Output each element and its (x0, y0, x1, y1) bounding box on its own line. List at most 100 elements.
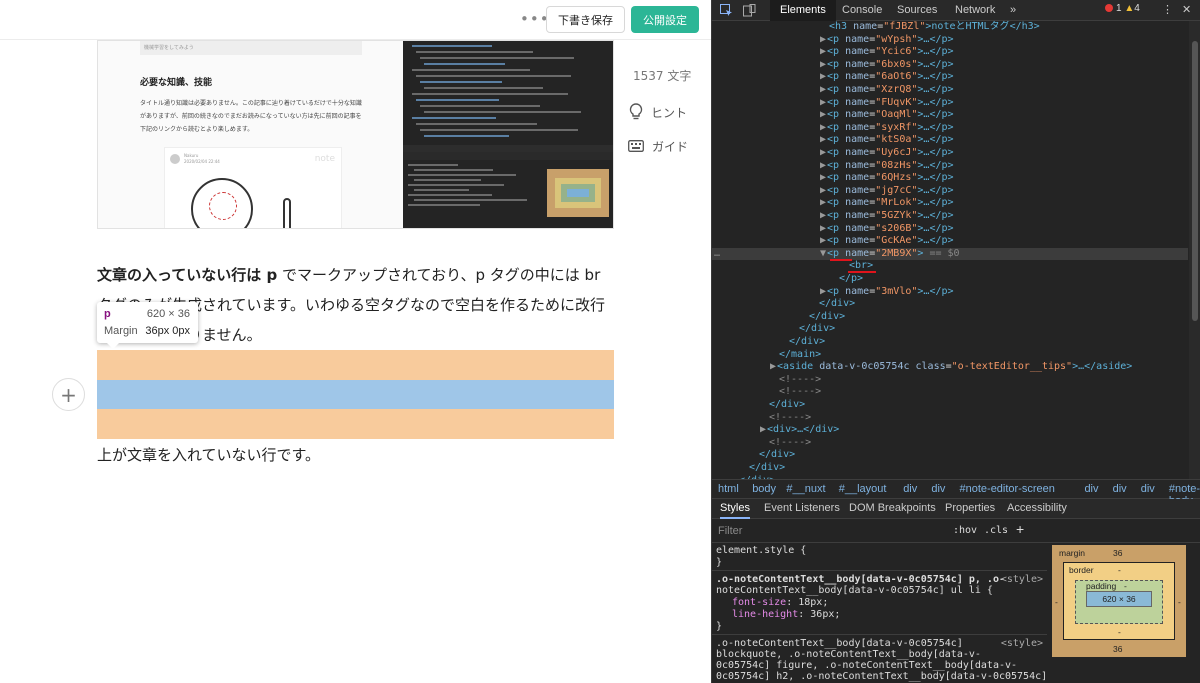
rule-selector-1b[interactable]: noteContentText__body[data-v-0c05754c] u… (716, 585, 993, 596)
dom-node[interactable]: ▶<div>…</div> (712, 424, 1188, 437)
inspect-element-icon[interactable] (720, 4, 733, 17)
add-block-plus-icon[interactable]: + (52, 378, 85, 411)
breadcrumb-item[interactable]: div (1084, 483, 1098, 495)
publish-settings-button[interactable]: 公開設定 (631, 6, 699, 33)
embedded-style-line (408, 174, 516, 176)
box-model-content[interactable]: 620 × 36 (1086, 591, 1152, 607)
close-icon[interactable]: ✕ (1182, 3, 1191, 16)
hint-button[interactable]: ヒント (629, 101, 687, 123)
dom-node[interactable]: <!----> (712, 412, 1188, 425)
dom-node[interactable]: </div> (712, 323, 1188, 336)
dom-node[interactable]: ▶<p name="MrLok">…</p> (712, 197, 1188, 210)
tab-sources[interactable]: Sources (897, 0, 937, 21)
dom-node[interactable]: </div> (712, 449, 1188, 462)
tab-network[interactable]: Network (955, 0, 995, 21)
styles-filter-input[interactable]: Filter (718, 525, 742, 537)
tab-console[interactable]: Console (842, 0, 882, 21)
breadcrumb-item[interactable]: #__layout (839, 483, 887, 495)
guide-button[interactable]: ガイド (628, 135, 688, 157)
rule-selector-2d[interactable]: 0c05754c] h2, .o-noteContentText__body[d… (716, 671, 1047, 682)
dom-node[interactable]: ▶<p name="08zHs">…</p> (712, 160, 1188, 173)
dom-node[interactable]: </div> (712, 336, 1188, 349)
save-draft-button[interactable]: 下書き保存 (546, 6, 625, 33)
rule-selector-2b[interactable]: blockquote, .o-noteContentText__body[dat… (716, 649, 981, 660)
dom-node[interactable]: <!----> (712, 374, 1188, 387)
border-value[interactable]: - (1118, 565, 1121, 575)
dom-node[interactable]: ▶<p name="ktS0a">…</p> (712, 134, 1188, 147)
styles-tab-styles[interactable]: Styles (720, 502, 750, 519)
breadcrumb-item[interactable]: div (1113, 483, 1127, 495)
dom-node-selected[interactable]: … ▼<p name="2MB9X"> == $0 (712, 247, 1188, 261)
empty-paragraph-highlight[interactable] (97, 380, 614, 409)
styles-tab-properties[interactable]: Properties (945, 502, 995, 514)
dom-node[interactable]: <h3 name="fJBZl">noteとHTMLタグ</h3> (712, 21, 1188, 34)
border-bottom-value[interactable]: - (1118, 627, 1121, 637)
rule-selector-2c[interactable]: 0c05754c] figure, .o-noteContentText__bo… (716, 660, 1017, 671)
style-rules: element.style { } .o-noteContentText__bo… (712, 543, 1047, 683)
box-model-border: border - - padding - 620 × 36 (1063, 562, 1175, 640)
dom-node[interactable]: ▶<p name="s206B">…</p> (712, 223, 1188, 236)
more-tabs-chevron-icon[interactable]: » (1010, 0, 1016, 21)
embedded-devtools (403, 41, 613, 228)
breadcrumb-item[interactable]: #note-editor-screen (960, 483, 1055, 495)
breadcrumb-item[interactable]: #__nuxt (786, 483, 825, 495)
dom-node[interactable]: <br> (712, 260, 1188, 274)
dom-node[interactable]: <!----> (712, 386, 1188, 399)
dom-node[interactable]: ▶<p name="6bx0s">…</p> (712, 59, 1188, 72)
dom-node[interactable]: <!----> (712, 437, 1188, 450)
hover-state-toggle[interactable]: :hov (953, 525, 977, 536)
padding-value[interactable]: - (1124, 581, 1127, 591)
dom-node[interactable]: ▶<p name="5GZYk">…</p> (712, 210, 1188, 223)
dom-node[interactable]: </div> (712, 399, 1188, 412)
styles-tab-event-listeners[interactable]: Event Listeners (764, 502, 840, 514)
dom-node[interactable]: ▶<p name="OaqMl">…</p> (712, 109, 1188, 122)
embedded-code-line (420, 129, 578, 131)
rule-selector-2a[interactable]: .o-noteContentText__body[data-v-0c05754c… (716, 638, 963, 649)
dom-node[interactable]: </p> (712, 273, 1188, 286)
dom-node[interactable]: ▶<p name="FUqvK">…</p> (712, 97, 1188, 110)
rule-prop-line-height[interactable]: line-height: 36px; (732, 609, 840, 620)
dom-node[interactable]: ▶<aside data-v-0c05754c class="o-textEdi… (712, 361, 1188, 374)
dom-node[interactable]: ▶<p name="GcKAe">…</p> (712, 235, 1188, 248)
margin-right-value[interactable]: - (1178, 597, 1181, 607)
dom-tree-scrollbar[interactable] (1189, 21, 1200, 479)
margin-bottom-value[interactable]: 36 (1113, 644, 1122, 654)
breadcrumb-item[interactable]: html (718, 483, 739, 495)
breadcrumb-item[interactable]: div (1141, 483, 1155, 495)
element-style-rule[interactable]: element.style { (716, 545, 806, 556)
dom-node[interactable]: ▶<p name="3mVlo">…</p> (712, 286, 1188, 299)
margin-top-value[interactable]: 36 (1113, 548, 1122, 558)
class-toggle[interactable]: .cls (984, 525, 1008, 536)
dom-node[interactable]: </div> (712, 311, 1188, 324)
dom-node[interactable]: </div> (712, 462, 1188, 475)
dom-node[interactable]: ▶<p name="Uy6cJ">…</p> (712, 147, 1188, 160)
tab-elements[interactable]: Elements (770, 0, 836, 21)
new-style-rule-button[interactable]: + (1016, 521, 1024, 537)
device-toolbar-icon[interactable] (743, 4, 756, 17)
margin-left-value[interactable]: - (1055, 597, 1058, 607)
dom-node[interactable]: </main> (712, 349, 1188, 362)
rule-source-1[interactable]: <style> (1001, 574, 1043, 585)
breadcrumb-item[interactable]: div (903, 483, 917, 495)
rule-prop-font-size[interactable]: font-size: 18px; (732, 597, 828, 608)
paragraph-2[interactable]: 上が文章を入れていない行です。 (97, 440, 320, 470)
rule-selector-1a[interactable]: .o-noteContentText__body[data-v-0c05754c… (716, 574, 1005, 585)
dom-node[interactable]: ▶<p name="jg7cC">…</p> (712, 185, 1188, 198)
kebab-menu-icon[interactable]: ⋮ (1162, 3, 1173, 16)
dom-node[interactable]: ▶<p name="syxRf">…</p> (712, 122, 1188, 135)
rule-source-2[interactable]: <style> (1001, 638, 1043, 649)
dom-node[interactable]: </div> (712, 298, 1188, 311)
dom-node[interactable]: ▶<p name="XzrQ8">…</p> (712, 84, 1188, 97)
dom-node[interactable]: ▶<p name="6aOt6">…</p> (712, 71, 1188, 84)
issue-counter[interactable]: 1 ▲4 (1105, 3, 1140, 14)
embedded-code-line (416, 123, 537, 125)
styles-tab-accessibility[interactable]: Accessibility (1007, 502, 1067, 514)
embedded-tabs (403, 152, 613, 160)
dom-node[interactable]: ▶<p name="6QHzs">…</p> (712, 172, 1188, 185)
dom-node[interactable]: ▶<p name="wYpsh">…</p> (712, 34, 1188, 47)
breadcrumb-item[interactable]: div (931, 483, 945, 495)
breadcrumb-item[interactable]: body (752, 483, 776, 495)
styles-tab-dom-breakpoints[interactable]: DOM Breakpoints (849, 502, 936, 514)
dom-node[interactable]: ▶<p name="Ycic6">…</p> (712, 46, 1188, 59)
warning-count: 4 (1134, 3, 1140, 14)
